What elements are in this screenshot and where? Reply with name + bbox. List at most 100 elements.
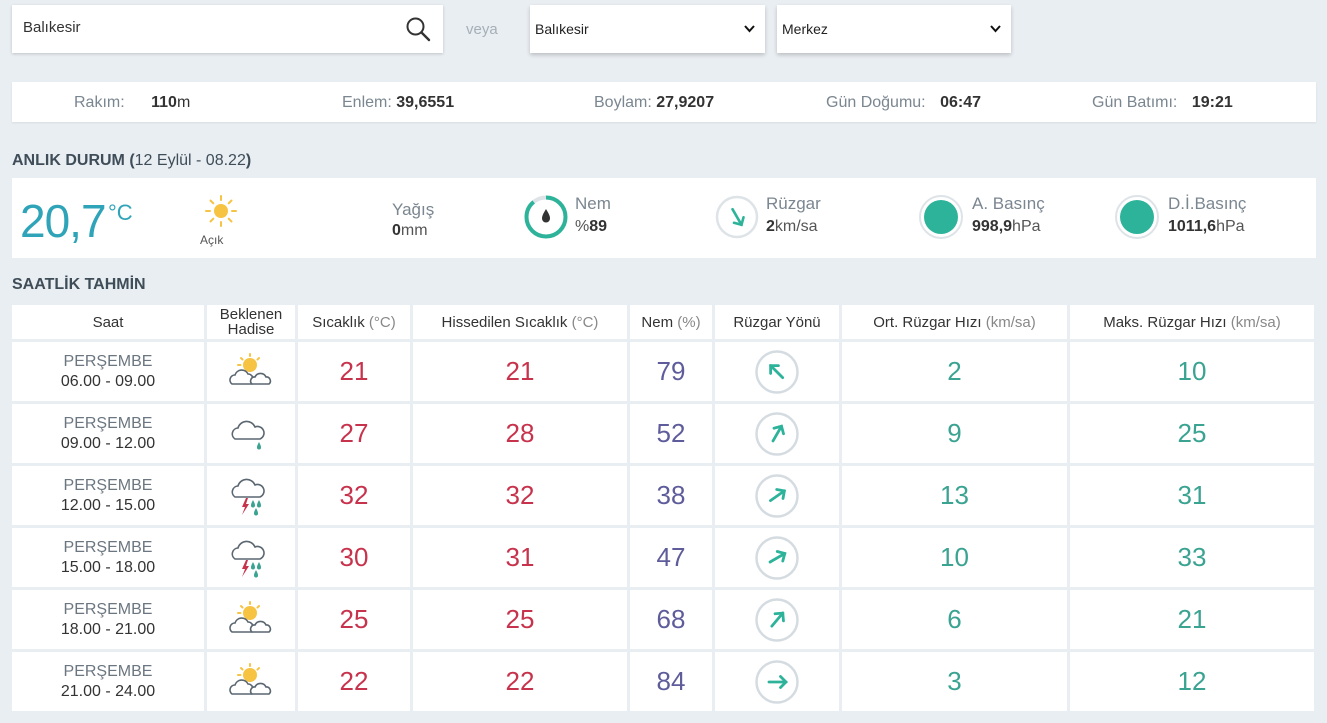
row-temp: 25 <box>339 604 369 634</box>
humidity-value: %89 <box>575 218 607 236</box>
cell-wind-dir <box>715 528 839 587</box>
row-feels: 28 <box>505 418 535 448</box>
cell-humidity: 47 <box>630 528 712 587</box>
cell-humidity: 52 <box>630 404 712 463</box>
humidity-prefix: % <box>575 218 590 235</box>
cell-avg-wind: 9 <box>842 404 1067 463</box>
row-day: PERŞEMBE <box>63 352 153 370</box>
cell-feels: 32 <box>413 466 627 525</box>
row-humidity: 68 <box>656 604 686 634</box>
cell-max-wind: 21 <box>1070 590 1314 649</box>
wind-direction-icon <box>715 195 759 239</box>
hourly-title: SAATLİK TAHMİN <box>12 276 146 293</box>
precip-number: 0 <box>392 222 401 239</box>
precip-unit: mm <box>400 222 428 239</box>
cell-time: PERŞEMBE 21.00 - 24.00 <box>12 652 204 711</box>
cell-time: PERŞEMBE 12.00 - 15.00 <box>12 466 204 525</box>
row-time: 12.00 - 15.00 <box>60 496 156 514</box>
wind-value: 2km/sa <box>766 218 818 236</box>
cell-event <box>207 528 295 587</box>
row-max-wind: 25 <box>1177 418 1207 448</box>
search-icon[interactable] <box>405 16 431 42</box>
col-avg-wind-unit: (km/sa) <box>985 313 1036 331</box>
sunrise: Gün Doğumu: 06:47 <box>826 94 981 112</box>
col-wind-dir: Rüzgar Yönü <box>715 305 839 339</box>
current-conditions: 20,7 °C Açık Yağış 0mm Nem %89 Rüzgar 2k… <box>12 178 1316 258</box>
humidity-gauge-icon <box>524 195 568 239</box>
row-feels: 31 <box>505 542 535 572</box>
cell-temp: 22 <box>298 652 410 711</box>
row-temp: 21 <box>339 356 369 386</box>
row-max-wind: 12 <box>1177 666 1207 696</box>
paren-close: ) <box>245 152 252 169</box>
row-avg-wind: 3 <box>947 666 962 696</box>
altitude-label: Rakım: <box>74 94 125 111</box>
cell-temp: 25 <box>298 590 410 649</box>
col-feels-label: Hissedilen Sıcaklık <box>441 313 568 331</box>
cell-max-wind: 12 <box>1070 652 1314 711</box>
col-temp-label: Sıcaklık <box>312 313 365 331</box>
arrow-northeast-icon <box>755 411 799 456</box>
row-avg-wind: 9 <box>947 418 962 448</box>
arrow-northeast-icon <box>755 535 799 580</box>
pressure-label: A. Basınç <box>972 194 1045 213</box>
cell-wind-dir <box>715 342 839 401</box>
sunrise-value: 06:47 <box>940 94 981 111</box>
sunset-label: Gün Batımı: <box>1092 94 1178 111</box>
cell-event <box>207 404 295 463</box>
row-avg-wind: 2 <box>947 356 962 386</box>
sea-pressure-gauge-icon <box>1115 195 1159 239</box>
current-temp: 20,7 <box>20 195 107 247</box>
current-date: 12 Eylül - 08.22 <box>134 152 246 169</box>
cell-avg-wind: 10 <box>842 528 1067 587</box>
col-time: Saat <box>12 305 204 339</box>
partly-cloudy-icon <box>229 662 272 695</box>
table-header-row: Saat Beklenen Hadise Sıcaklık (°C) Hisse… <box>12 305 1314 339</box>
row-day: PERŞEMBE <box>63 662 153 680</box>
cell-feels: 21 <box>413 342 627 401</box>
sea-pressure-value: 1011,6hPa <box>1168 218 1245 236</box>
row-max-wind: 21 <box>1177 604 1207 634</box>
search-input[interactable] <box>23 19 393 36</box>
row-time: 15.00 - 18.00 <box>60 558 156 576</box>
district-select[interactable]: Merkez <box>777 5 1011 53</box>
search-box[interactable] <box>12 5 443 53</box>
cell-event <box>207 342 295 401</box>
chevron-down-icon <box>990 25 1001 33</box>
cell-humidity: 79 <box>630 342 712 401</box>
cell-event <box>207 590 295 649</box>
row-max-wind: 31 <box>1177 480 1207 510</box>
cell-feels: 22 <box>413 652 627 711</box>
province-select[interactable]: Balıkesir <box>530 5 765 53</box>
cell-wind-dir <box>715 466 839 525</box>
row-temp: 30 <box>339 542 369 572</box>
sunset-value: 19:21 <box>1191 94 1233 111</box>
cell-feels: 28 <box>413 404 627 463</box>
cell-max-wind: 25 <box>1070 404 1314 463</box>
row-day: PERŞEMBE <box>63 414 153 432</box>
table-row: PERŞEMBE 21.00 - 24.00 22 22 84 3 12 <box>12 652 1314 711</box>
row-humidity: 79 <box>656 356 686 386</box>
chevron-down-icon <box>744 25 755 33</box>
cell-time: PERŞEMBE 18.00 - 21.00 <box>12 590 204 649</box>
latitude-value: 39,6551 <box>396 94 455 111</box>
thunderstorm-icon <box>231 540 265 577</box>
col-humidity: Nem (%) <box>630 305 712 339</box>
altitude: Rakım: 110m <box>74 94 190 112</box>
row-max-wind: 33 <box>1177 542 1207 572</box>
condition-label: Açık <box>200 233 224 247</box>
province-select-value: Balıkesir <box>535 21 589 37</box>
sea-pressure-unit: hPa <box>1216 218 1245 235</box>
humidity-number: 89 <box>589 218 608 235</box>
cell-event <box>207 652 295 711</box>
cell-time: PERŞEMBE 06.00 - 09.00 <box>12 342 204 401</box>
row-day: PERŞEMBE <box>63 538 153 556</box>
cell-feels: 25 <box>413 590 627 649</box>
wind-unit: km/sa <box>774 218 818 235</box>
row-time: 09.00 - 12.00 <box>60 434 156 452</box>
col-feels: Hissedilen Sıcaklık (°C) <box>413 305 627 339</box>
row-humidity: 47 <box>656 542 686 572</box>
pressure-value: 998,9hPa <box>972 218 1041 236</box>
row-feels: 22 <box>505 666 535 696</box>
sea-pressure-number: 1011,6 <box>1168 218 1217 235</box>
